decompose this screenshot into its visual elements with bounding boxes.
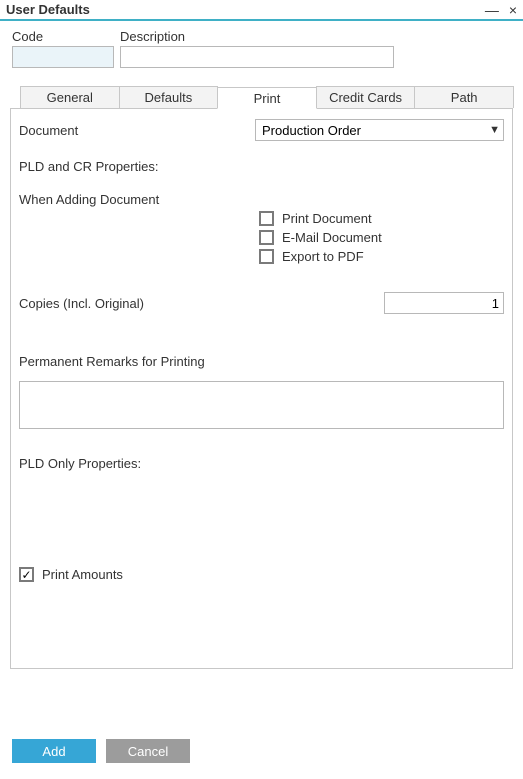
email-document-checkbox[interactable]	[259, 230, 274, 245]
print-amounts-checkbox[interactable]	[19, 567, 34, 582]
print-amounts-label: Print Amounts	[42, 567, 123, 582]
remarks-section: Permanent Remarks for Printing	[19, 354, 504, 432]
export-pdf-row: Export to PDF	[259, 249, 504, 264]
tab-path[interactable]: Path	[414, 86, 514, 108]
description-label: Description	[120, 29, 394, 44]
remarks-textarea[interactable]	[19, 381, 504, 429]
email-document-label: E-Mail Document	[282, 230, 382, 245]
tab-credit-cards[interactable]: Credit Cards	[316, 86, 416, 108]
email-document-row: E-Mail Document	[259, 230, 504, 245]
print-amounts-row: Print Amounts	[19, 567, 504, 582]
code-input[interactable]	[12, 46, 114, 68]
copies-input[interactable]	[384, 292, 504, 314]
export-pdf-label: Export to PDF	[282, 249, 364, 264]
copies-label: Copies (Incl. Original)	[19, 296, 144, 311]
tab-panel-print: Document Production Order ▼ PLD and CR P…	[10, 109, 513, 669]
tab-defaults[interactable]: Defaults	[119, 86, 219, 108]
print-document-label: Print Document	[282, 211, 372, 226]
cancel-button[interactable]: Cancel	[106, 739, 190, 763]
print-document-checkbox[interactable]	[259, 211, 274, 226]
window-buttons: — ×	[485, 3, 517, 17]
pld-cr-properties-header: PLD and CR Properties:	[19, 159, 504, 174]
footer-buttons: Add Cancel	[12, 739, 190, 763]
tab-bar: General Defaults Print Credit Cards Path	[10, 86, 513, 109]
code-field-group: Code	[12, 29, 114, 68]
remarks-label: Permanent Remarks for Printing	[19, 354, 504, 369]
document-select[interactable]: Production Order	[255, 119, 504, 141]
description-field-group: Description	[120, 29, 394, 68]
document-label: Document	[19, 123, 255, 138]
tab-print[interactable]: Print	[217, 87, 317, 109]
document-row: Document Production Order ▼	[19, 119, 504, 141]
export-pdf-checkbox[interactable]	[259, 249, 274, 264]
pld-only-properties-header: PLD Only Properties:	[19, 456, 504, 471]
add-button[interactable]: Add	[12, 739, 96, 763]
tab-general[interactable]: General	[20, 86, 120, 108]
title-bar: User Defaults — ×	[0, 0, 523, 21]
code-label: Code	[12, 29, 114, 44]
copies-row: Copies (Incl. Original)	[19, 292, 504, 314]
when-adding-document-label: When Adding Document	[19, 192, 504, 207]
minimize-icon[interactable]: —	[485, 3, 499, 17]
description-input[interactable]	[120, 46, 394, 68]
close-icon[interactable]: ×	[509, 3, 517, 17]
window-title: User Defaults	[6, 2, 90, 17]
header-fields: Code Description	[0, 21, 523, 74]
print-document-row: Print Document	[259, 211, 504, 226]
